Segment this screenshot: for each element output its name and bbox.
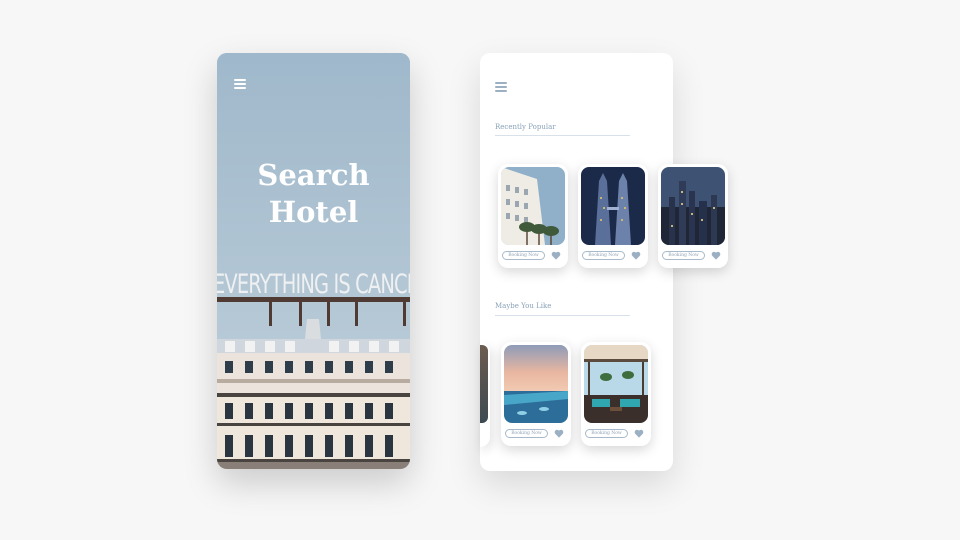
page-title: Search Hotel xyxy=(257,158,370,229)
hotel-photo-infinity-pool xyxy=(504,345,568,423)
hotel-card[interactable]: Booking Now xyxy=(578,164,648,268)
hotel-card[interactable]: Booking Now xyxy=(581,342,651,446)
hotel-card-partial[interactable] xyxy=(480,342,490,447)
hotel-card[interactable]: Booking Now xyxy=(501,342,571,446)
booking-now-button[interactable]: Booking Now xyxy=(662,251,705,260)
menu-icon[interactable] xyxy=(495,82,507,92)
hotel-photo-white-building xyxy=(501,167,565,245)
heart-icon[interactable] xyxy=(711,251,721,260)
section-title-maybe-you-like: Maybe You Like xyxy=(495,302,552,310)
booking-now-button[interactable]: Booking Now xyxy=(585,429,628,438)
menu-icon[interactable] xyxy=(234,79,246,89)
hotel-building-photo xyxy=(217,319,410,469)
hotel-card[interactable]: Booking Now xyxy=(658,164,728,268)
heart-icon[interactable] xyxy=(634,429,644,438)
section-divider xyxy=(495,315,630,316)
booking-now-button[interactable]: Booking Now xyxy=(582,251,625,260)
heart-icon[interactable] xyxy=(554,429,564,438)
search-hotel-screen: Search Hotel EVERYTHING IS CANCELED xyxy=(217,53,410,469)
heart-icon[interactable] xyxy=(631,251,641,260)
hotel-card[interactable]: Booking Now xyxy=(498,164,568,268)
heart-icon[interactable] xyxy=(551,251,561,260)
section-title-recently-popular: Recently Popular xyxy=(495,123,556,131)
rooftop-sign-frame xyxy=(217,297,410,326)
booking-now-button[interactable]: Booking Now xyxy=(502,251,545,260)
hotel-photo-city-skyline xyxy=(661,167,725,245)
booking-now-button[interactable]: Booking Now xyxy=(505,429,548,438)
hotel-photo-twin-towers xyxy=(581,167,645,245)
section-divider xyxy=(495,135,630,136)
hotel-photo-terrace-lounge xyxy=(584,345,648,423)
